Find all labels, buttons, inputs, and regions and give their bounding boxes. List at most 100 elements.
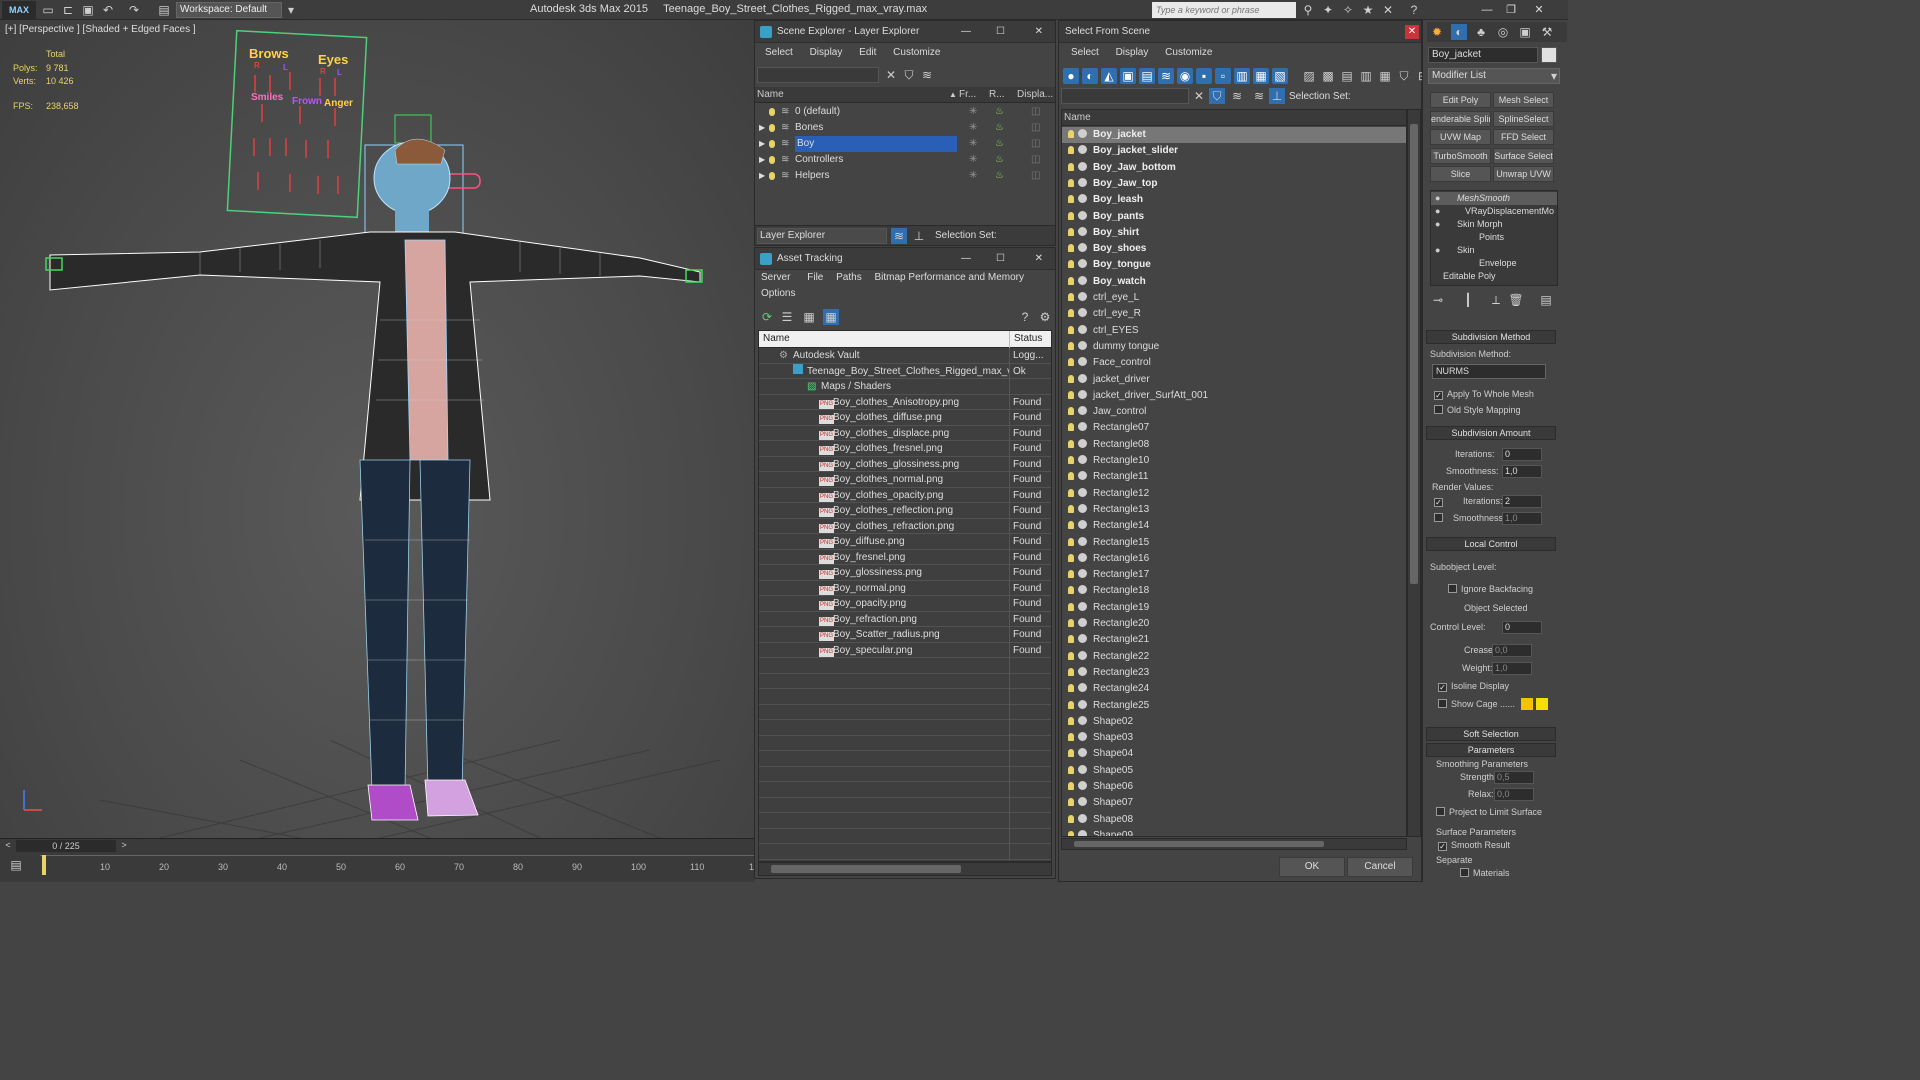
light-bulb-icon[interactable]	[1068, 195, 1074, 204]
asset-row-map[interactable]: PNG Boy_specular.png Found	[759, 643, 1051, 658]
subscription-icon[interactable]: ✧	[1340, 2, 1356, 18]
local-control-rollout[interactable]: Local Control	[1426, 537, 1556, 551]
control-level-spinner[interactable]: 0	[1502, 621, 1542, 634]
modifier-stack-item[interactable]: ● VRayDisplacementMo	[1431, 205, 1557, 218]
helper-filter-icon[interactable]: ▤	[1139, 68, 1155, 84]
light-bulb-icon[interactable]	[1068, 325, 1074, 334]
modifier-stack-item[interactable]: ● MeshSmooth	[1431, 192, 1557, 205]
light-bulb-icon[interactable]	[1068, 504, 1074, 513]
settings-icon[interactable]: ⚙	[1037, 309, 1053, 325]
iterations-spinner[interactable]: 0	[1502, 448, 1542, 461]
maximize-icon[interactable]: ☐	[996, 21, 1005, 43]
materials-checkbox[interactable]: Materials	[1460, 868, 1510, 878]
light-filter-icon[interactable]: ◭	[1101, 68, 1117, 84]
asset-row-map[interactable]: PNG Boy_diffuse.png Found	[759, 534, 1051, 550]
modifier-toggle-icon[interactable]: ●	[1435, 244, 1440, 257]
object-row[interactable]: Boy_Jaw_bottom	[1062, 160, 1406, 176]
light-bulb-icon[interactable]	[1068, 341, 1074, 350]
expand-arrow-icon[interactable]: ▶	[759, 120, 765, 136]
asset-row-map[interactable]: PNG Boy_clothes_reflection.png Found	[759, 503, 1051, 519]
ignore-backfacing-checkbox[interactable]: Ignore Backfacing	[1448, 584, 1533, 594]
smooth-result-checkbox[interactable]: ✓ Smooth Result	[1438, 840, 1510, 851]
smoothness-spinner[interactable]: 1,0	[1502, 465, 1542, 478]
object-row[interactable]: Boy_leash	[1062, 192, 1406, 208]
light-bulb-icon[interactable]	[1068, 570, 1074, 579]
time-cursor[interactable]	[42, 855, 46, 875]
close-icon[interactable]: ✕	[1035, 21, 1043, 43]
isoline-display-checkbox[interactable]: ✓ Isoline Display	[1438, 681, 1509, 692]
modifier-button[interactable]: Edit Poly	[1430, 92, 1491, 108]
render-iterations-checkbox[interactable]: ✓ Iterations:	[1434, 496, 1503, 507]
freeze-icon[interactable]: ✳	[969, 168, 977, 184]
object-name-field[interactable]: Boy_jacket	[1428, 47, 1538, 63]
layer-name[interactable]: Bones	[795, 120, 823, 136]
select-none-icon[interactable]: ▦	[1377, 68, 1393, 84]
ok-button[interactable]: OK	[1279, 857, 1345, 877]
light-bulb-icon[interactable]	[1068, 684, 1074, 693]
object-row[interactable]: Jaw_control	[1062, 404, 1406, 420]
object-row[interactable]: Rectangle10	[1062, 453, 1406, 469]
display-none-icon[interactable]: ▩	[1320, 68, 1336, 84]
modifier-toggle-icon[interactable]: ●	[1435, 192, 1440, 205]
display-tab-icon[interactable]: ▣	[1517, 24, 1533, 40]
light-bulb-icon[interactable]	[1068, 814, 1074, 823]
modifier-button[interactable]: Unwrap UVW	[1493, 166, 1554, 182]
menu-file[interactable]: File	[807, 270, 823, 286]
modifier-toggle-icon[interactable]: ●	[1435, 218, 1440, 231]
object-row[interactable]: dummy tongue	[1062, 339, 1406, 355]
object-row[interactable]: Rectangle12	[1062, 486, 1406, 502]
col-display[interactable]: Displa...	[1017, 87, 1053, 103]
object-row[interactable]: Rectangle13	[1062, 502, 1406, 518]
object-row[interactable]: Rectangle17	[1062, 567, 1406, 583]
thumbnail-view-icon[interactable]: ▦	[801, 309, 817, 325]
xref-filter-icon[interactable]: ▪	[1196, 68, 1212, 84]
crease-spinner[interactable]: 0,0	[1492, 644, 1532, 657]
app-logo[interactable]: MAX	[2, 1, 36, 19]
object-row[interactable]: Boy_tongue	[1062, 257, 1406, 273]
list-view-icon[interactable]: ☰	[779, 309, 795, 325]
restore-icon[interactable]: ❐	[1502, 2, 1520, 18]
prev-arrow-icon[interactable]: <	[2, 839, 14, 851]
utilities-tab-icon[interactable]: ⚒	[1539, 24, 1555, 40]
menu-server[interactable]: Server	[761, 270, 790, 286]
parameters-rollout[interactable]: Parameters	[1426, 743, 1556, 757]
asset-row-vault[interactable]: ⚙ Autodesk Vault Logg...	[759, 348, 1051, 364]
render-teapot-icon[interactable]: ♨	[995, 136, 1004, 152]
help-icon[interactable]: ?	[1017, 309, 1033, 325]
modifier-toggle-icon[interactable]: ●	[1435, 205, 1440, 218]
layer-row[interactable]: ▶ ≋ Bones ✳ ♨ ◫	[755, 120, 1055, 136]
asset-row-map[interactable]: PNG Boy_refraction.png Found	[759, 612, 1051, 627]
freeze-icon[interactable]: ✳	[969, 120, 977, 136]
light-bulb-icon[interactable]	[1068, 553, 1074, 562]
render-iterations-spinner[interactable]: 2	[1502, 495, 1542, 508]
object-row[interactable]: ctrl_EYES	[1062, 323, 1406, 339]
layers-mode-icon[interactable]: ≋	[1251, 88, 1267, 104]
object-row[interactable]: ctrl_eye_L	[1062, 290, 1406, 306]
light-bulb-icon[interactable]	[1068, 407, 1074, 416]
light-bulb-icon[interactable]	[769, 156, 775, 164]
binoculars-icon[interactable]: ⚲	[1300, 2, 1316, 18]
table-view-icon[interactable]: ▦	[823, 309, 839, 325]
light-bulb-icon[interactable]	[1068, 651, 1074, 660]
object-row[interactable]: Rectangle07	[1062, 420, 1406, 436]
object-row[interactable]: Rectangle23	[1062, 665, 1406, 681]
object-row[interactable]: Rectangle11	[1062, 469, 1406, 485]
invert-display-icon[interactable]: ▤	[1339, 68, 1355, 84]
light-bulb-icon[interactable]	[1068, 830, 1074, 836]
col-status[interactable]: Status	[1009, 331, 1042, 348]
shape-filter-icon[interactable]: ◐	[1082, 68, 1098, 84]
show-cage-checkbox[interactable]: Show Cage ......	[1438, 699, 1515, 709]
cage-selected-color-swatch[interactable]	[1536, 698, 1548, 710]
bone-filter-icon[interactable]: ▫	[1215, 68, 1231, 84]
light-bulb-icon[interactable]	[769, 140, 775, 148]
create-tab-icon[interactable]: ✹	[1429, 24, 1445, 40]
modifier-button[interactable]: Mesh Select	[1493, 92, 1554, 108]
col-name[interactable]: Name	[757, 87, 784, 103]
object-row[interactable]: Shape03	[1062, 730, 1406, 746]
object-row[interactable]: Rectangle25	[1062, 698, 1406, 714]
object-row[interactable]: Rectangle08	[1062, 437, 1406, 453]
light-bulb-icon[interactable]	[1068, 798, 1074, 807]
light-bulb-icon[interactable]	[1068, 358, 1074, 367]
apply-whole-mesh-checkbox[interactable]: ✓ Apply To Whole Mesh	[1434, 389, 1534, 400]
close-icon[interactable]: ✕	[1035, 248, 1043, 270]
